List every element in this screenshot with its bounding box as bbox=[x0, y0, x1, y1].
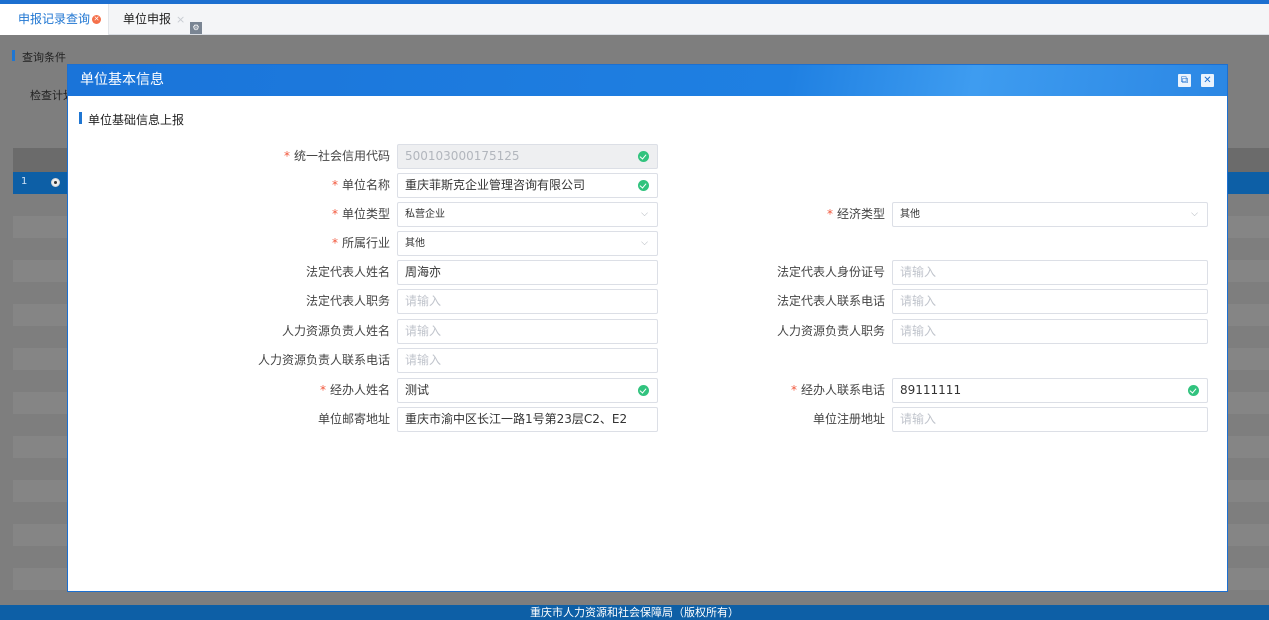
unit-type-label: * 单位类型 bbox=[331, 207, 390, 221]
industry-label: * 所属行业 bbox=[331, 236, 390, 250]
close-icon[interactable]: ✕ bbox=[1201, 74, 1214, 87]
hr-phone-field[interactable]: 请输入 bbox=[397, 348, 658, 373]
row-index: 1 bbox=[21, 176, 28, 187]
required-mark: * bbox=[283, 149, 290, 163]
chevron-down-icon: ⌵ bbox=[1191, 209, 1198, 219]
agent-phone-field[interactable]: 89111111 bbox=[892, 378, 1208, 403]
dialog-title: 单位基本信息 bbox=[80, 72, 164, 88]
dialog-header: 单位基本信息 ⧉ ✕ bbox=[68, 65, 1227, 96]
tab-unit-report-label: 单位申报 bbox=[123, 12, 172, 26]
legal-rep-id-label: 法定代表人身份证号 bbox=[776, 265, 885, 279]
check-circle-icon bbox=[638, 385, 649, 396]
gear-icon[interactable]: ⚙ bbox=[190, 22, 202, 34]
required-mark: * bbox=[331, 178, 338, 192]
economy-type-select[interactable]: 其他 ⌵ bbox=[892, 202, 1208, 227]
industry-select[interactable]: 其他 ⌵ bbox=[397, 231, 658, 256]
chevron-down-icon: ⌵ bbox=[641, 209, 648, 219]
reg-address-field[interactable]: 请输入 bbox=[892, 407, 1208, 432]
tab-close-icon[interactable]: × bbox=[176, 4, 185, 35]
tab-bar: 申报记录查询 ✕ 单位申报 × ⚙ bbox=[0, 4, 1269, 35]
section-title: 单位基础信息上报 bbox=[79, 111, 184, 128]
legal-rep-title-field[interactable]: 请输入 bbox=[397, 289, 658, 314]
mail-address-field[interactable]: 重庆市渝中区长江一路1号第23层C2、E2 bbox=[397, 407, 658, 432]
legal-rep-name-field[interactable]: 周海亦 bbox=[397, 260, 658, 285]
credit-code-label: * 统一社会信用代码 bbox=[283, 149, 390, 163]
agent-name-field[interactable]: 测试 bbox=[397, 378, 658, 403]
required-mark: * bbox=[826, 207, 833, 221]
hr-name-field[interactable]: 请输入 bbox=[397, 319, 658, 344]
credit-code-field[interactable]: 500103000175125 bbox=[397, 144, 658, 169]
hr-title-label: 人力资源负责人职务 bbox=[776, 324, 885, 338]
row-radio[interactable] bbox=[51, 178, 60, 187]
check-circle-icon bbox=[1188, 385, 1199, 396]
query-conditions-title: 查询条件 bbox=[12, 49, 66, 65]
hr-phone-label: 人力资源负责人联系电话 bbox=[257, 353, 390, 367]
check-circle-icon bbox=[638, 151, 649, 162]
tab-close-icon[interactable]: ✕ bbox=[92, 15, 101, 24]
tab-record-query-label: 申报记录查询 bbox=[18, 12, 91, 26]
required-mark: * bbox=[319, 383, 326, 397]
chevron-down-icon: ⌵ bbox=[641, 238, 648, 248]
expand-icon[interactable]: ⧉ bbox=[1178, 74, 1191, 87]
unit-info-dialog: 单位基本信息 ⧉ ✕ 单位基础信息上报 * 统一社会信用代码 5001030001… bbox=[67, 64, 1228, 592]
unit-name-label: * 单位名称 bbox=[331, 178, 390, 192]
required-mark: * bbox=[331, 236, 338, 250]
hr-title-field[interactable]: 请输入 bbox=[892, 319, 1208, 344]
mail-address-label: 单位邮寄地址 bbox=[317, 412, 390, 426]
required-mark: * bbox=[331, 207, 338, 221]
reg-address-label: 单位注册地址 bbox=[812, 412, 885, 426]
required-mark: * bbox=[790, 383, 797, 397]
agent-phone-label: * 经办人联系电话 bbox=[790, 383, 885, 397]
tab-unit-report[interactable]: 单位申报 × bbox=[109, 4, 191, 35]
footer: 重庆市人力资源和社会保障局（版权所有） bbox=[0, 605, 1269, 620]
legal-rep-phone-label: 法定代表人联系电话 bbox=[776, 294, 885, 308]
unit-name-field[interactable]: 重庆菲斯克企业管理咨询有限公司 bbox=[397, 173, 658, 198]
unit-type-select[interactable]: 私营企业 ⌵ bbox=[397, 202, 658, 227]
legal-rep-phone-field[interactable]: 请输入 bbox=[892, 289, 1208, 314]
check-circle-icon bbox=[638, 180, 649, 191]
legal-rep-id-field[interactable]: 请输入 bbox=[892, 260, 1208, 285]
legal-rep-name-label: 法定代表人姓名 bbox=[305, 265, 390, 279]
hr-name-label: 人力资源负责人姓名 bbox=[281, 324, 390, 338]
agent-name-label: * 经办人姓名 bbox=[319, 383, 390, 397]
tab-record-query[interactable]: 申报记录查询 ✕ bbox=[0, 4, 109, 35]
legal-rep-title-label: 法定代表人职务 bbox=[305, 294, 390, 308]
economy-type-label: * 经济类型 bbox=[826, 207, 885, 221]
